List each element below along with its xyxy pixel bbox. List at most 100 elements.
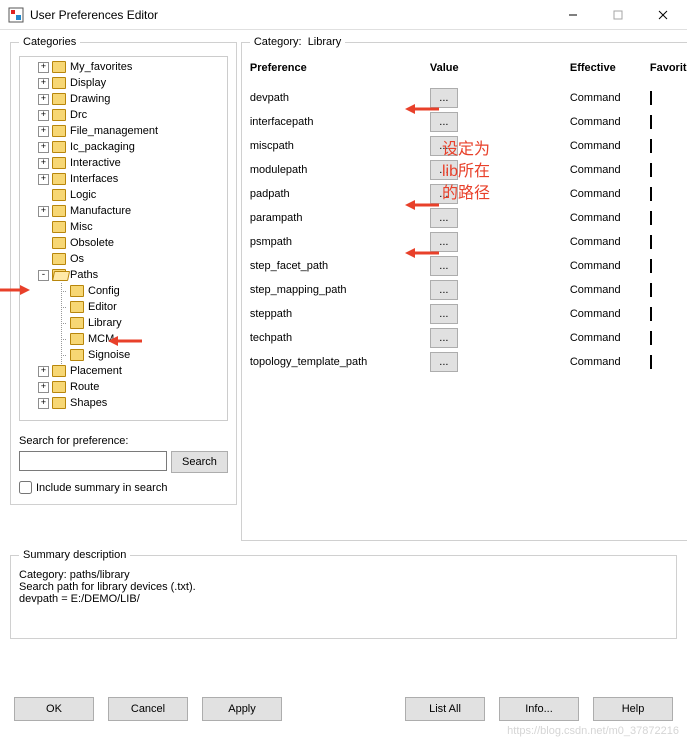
info-button[interactable]: Info... [499, 697, 579, 721]
tree-item-placement[interactable]: +Placement [20, 363, 227, 379]
tree-item-interfaces[interactable]: + Interfaces [20, 171, 227, 187]
col-value: Value [430, 62, 570, 74]
tree-item-editor[interactable]: Editor [20, 299, 227, 315]
value-browse-button[interactable]: ... [430, 280, 458, 300]
tree-item-obsolete[interactable]: Obsolete [20, 235, 227, 251]
search-input[interactable] [19, 451, 167, 471]
favorite-checkbox[interactable] [650, 187, 652, 201]
tree-item-label: Obsolete [70, 237, 114, 249]
pref-name: psmpath [250, 236, 430, 248]
expand-icon[interactable]: + [38, 366, 49, 377]
value-browse-button[interactable]: ... [430, 256, 458, 276]
value-browse-button[interactable]: ... [430, 328, 458, 348]
value-browse-button[interactable]: ... [430, 304, 458, 324]
tree-item-my_favorites[interactable]: +My_favorites [20, 59, 227, 75]
include-summary-checkbox[interactable] [19, 481, 32, 494]
expand-icon[interactable]: + [38, 126, 49, 137]
value-browse-button[interactable]: ... [430, 184, 458, 204]
cancel-button[interactable]: Cancel [108, 697, 188, 721]
tree-item-label: Config [88, 285, 120, 297]
tree-item-shapes[interactable]: + Shapes [20, 395, 227, 411]
collapse-icon[interactable]: - [38, 270, 49, 281]
expand-icon[interactable]: + [38, 78, 49, 89]
tree-item-label: Misc [70, 221, 93, 233]
favorite-checkbox[interactable] [650, 139, 652, 153]
expand-icon[interactable]: + [38, 94, 49, 105]
list-all-button[interactable]: List All [405, 697, 485, 721]
pref-name: techpath [250, 332, 430, 344]
tree-item-manufacture[interactable]: +Manufacture [20, 203, 227, 219]
maximize-button[interactable] [595, 0, 640, 30]
ok-button[interactable]: OK [14, 697, 94, 721]
tree-item-config[interactable]: Config [20, 283, 227, 299]
favorite-checkbox[interactable] [650, 115, 652, 129]
tree-item-paths[interactable]: -Paths [20, 267, 227, 283]
help-button[interactable]: Help [593, 697, 673, 721]
pref-row: techpath...Command [250, 326, 687, 350]
tree-item-logic[interactable]: Logic [20, 187, 227, 203]
effective-value: Command [570, 236, 650, 248]
expand-icon[interactable]: + [38, 174, 49, 185]
tree-item-misc[interactable]: Misc [20, 219, 227, 235]
categories-tree[interactable]: +My_favorites+Display+Drawing+Drc+File_m… [19, 56, 228, 421]
folder-icon [52, 61, 66, 73]
favorite-checkbox[interactable] [650, 259, 652, 273]
tree-item-ic_packaging[interactable]: +Ic_packaging [20, 139, 227, 155]
favorite-checkbox[interactable] [650, 331, 652, 345]
tree-item-mcm[interactable]: MCM [20, 331, 227, 347]
value-browse-button[interactable]: ... [430, 160, 458, 180]
expand-icon[interactable]: + [38, 158, 49, 169]
value-browse-button[interactable]: ... [430, 136, 458, 156]
value-browse-button[interactable]: ... [430, 232, 458, 252]
tree-item-label: Interfaces [70, 173, 118, 185]
tree-item-drawing[interactable]: +Drawing [20, 91, 227, 107]
tree-item-library[interactable]: Library [20, 315, 227, 331]
value-browse-button[interactable]: ... [430, 88, 458, 108]
preferences-list: devpath...Commandinterfacepath...Command… [250, 86, 687, 374]
tree-item-display[interactable]: +Display [20, 75, 227, 91]
expand-icon[interactable]: + [38, 142, 49, 153]
pref-name: padpath [250, 188, 430, 200]
tree-item-file_management[interactable]: + File_management [20, 123, 227, 139]
tree-item-os[interactable]: Os [20, 251, 227, 267]
tree-item-label: Shapes [70, 397, 107, 409]
favorite-checkbox[interactable] [650, 91, 652, 105]
apply-button[interactable]: Apply [202, 697, 282, 721]
favorite-checkbox[interactable] [650, 283, 652, 297]
tree-item-label: Interactive [70, 157, 121, 169]
window-title: User Preferences Editor [30, 8, 158, 22]
expand-icon[interactable]: + [38, 382, 49, 393]
minimize-button[interactable] [550, 0, 595, 30]
expand-icon[interactable]: + [38, 110, 49, 121]
folder-icon [52, 125, 66, 137]
favorite-checkbox[interactable] [650, 355, 652, 369]
pref-row: miscpath...Command [250, 134, 687, 158]
value-browse-button[interactable]: ... [430, 352, 458, 372]
categories-group: Categories +My_favorites+Display+Drawing… [10, 36, 237, 505]
bottom-buttons: OK Cancel Apply List All Info... Help [0, 697, 687, 721]
expand-icon[interactable]: + [38, 62, 49, 73]
tree-item-drc[interactable]: +Drc [20, 107, 227, 123]
folder-icon [52, 253, 66, 265]
favorite-checkbox[interactable] [650, 307, 652, 321]
effective-value: Command [570, 260, 650, 272]
expand-icon[interactable]: + [38, 398, 49, 409]
tree-item-route[interactable]: +Route [20, 379, 227, 395]
value-browse-button[interactable]: ... [430, 208, 458, 228]
tree-item-signoise[interactable]: Signoise [20, 347, 227, 363]
col-effective: Effective [570, 62, 650, 74]
folder-icon [52, 157, 66, 169]
expand-icon[interactable]: + [38, 206, 49, 217]
favorite-checkbox[interactable] [650, 235, 652, 249]
effective-value: Command [570, 164, 650, 176]
tree-connector [38, 190, 49, 201]
effective-value: Command [570, 308, 650, 320]
close-button[interactable] [640, 0, 685, 30]
tree-item-label: File_management [70, 125, 158, 137]
favorite-checkbox[interactable] [650, 163, 652, 177]
tree-item-interactive[interactable]: + Interactive [20, 155, 227, 171]
value-browse-button[interactable]: ... [430, 112, 458, 132]
effective-value: Command [570, 188, 650, 200]
favorite-checkbox[interactable] [650, 211, 652, 225]
search-button[interactable]: Search [171, 451, 228, 473]
